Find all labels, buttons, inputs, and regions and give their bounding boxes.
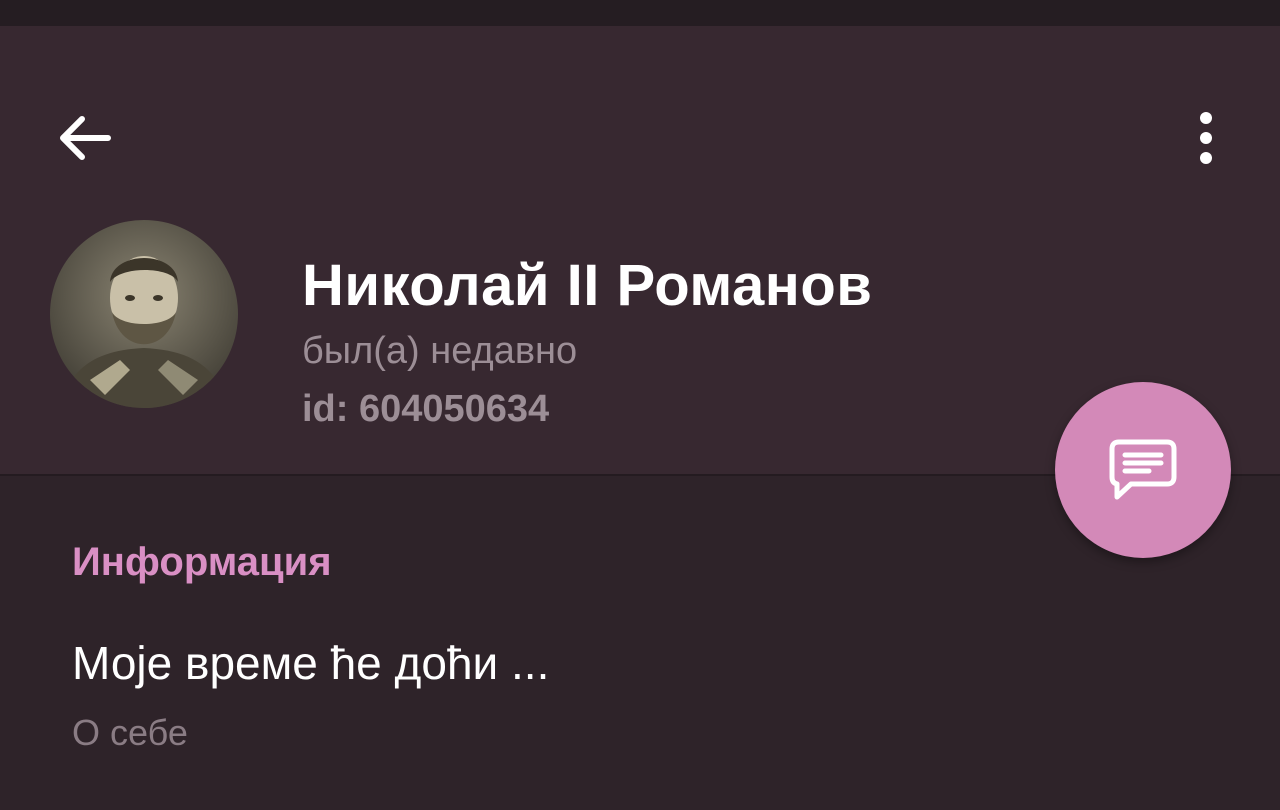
profile-name: Николай II Романов (302, 253, 873, 318)
status-bar (0, 0, 1280, 26)
info-section-title: Информация (72, 540, 332, 584)
avatar[interactable] (50, 220, 238, 408)
user-id: id: 604050634 (302, 388, 550, 430)
bio-text[interactable]: Моје време ће доћи ... (72, 636, 549, 690)
bio-caption: О себе (72, 712, 188, 753)
message-icon (1109, 439, 1177, 500)
arrow-left-icon (60, 116, 111, 160)
more-vertical-icon (1200, 112, 1212, 164)
last-seen-status: был(а) недавно (302, 330, 578, 372)
send-message-button[interactable] (1055, 382, 1231, 558)
back-button[interactable] (44, 98, 124, 178)
more-options-button[interactable] (1166, 98, 1246, 178)
